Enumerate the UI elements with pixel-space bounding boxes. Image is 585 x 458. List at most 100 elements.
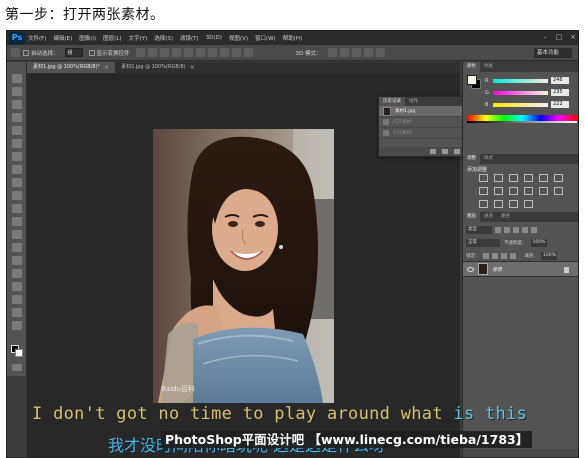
menu-select[interactable]: 选择(S) — [154, 34, 173, 42]
tab-swatches[interactable]: 色板 — [480, 62, 497, 72]
camera-icon[interactable] — [442, 149, 448, 154]
fill-input[interactable]: 100% — [541, 252, 557, 260]
quick-mask-icon[interactable] — [12, 364, 22, 371]
menu-image[interactable]: 图像(I) — [79, 34, 96, 42]
invert-icon[interactable] — [554, 187, 563, 195]
distribute-h-icon[interactable] — [219, 48, 229, 57]
slider-value[interactable]: 222 — [551, 101, 569, 108]
lock-pixels-icon[interactable] — [491, 253, 498, 259]
filter-pixel-icon[interactable] — [495, 227, 501, 233]
auto-select-dropdown[interactable]: 组 — [64, 48, 83, 57]
menu-3d[interactable]: 3D(D) — [206, 35, 222, 41]
marquee-tool-icon[interactable] — [12, 87, 22, 96]
exposure-icon[interactable] — [524, 174, 533, 182]
auto-align-icon[interactable] — [243, 48, 253, 57]
zoom-tool-icon[interactable] — [12, 321, 22, 330]
grayscale-ramp[interactable] — [467, 121, 577, 123]
menu-edit[interactable]: 编辑(E) — [53, 34, 72, 42]
opacity-input[interactable]: 100% — [530, 239, 547, 247]
pen-tool-icon[interactable] — [12, 256, 22, 265]
lock-position-icon[interactable] — [500, 253, 507, 259]
layer-filter-dropdown[interactable]: 类型 — [466, 226, 492, 234]
drag-3d-icon[interactable] — [351, 48, 361, 57]
eraser-tool-icon[interactable] — [12, 204, 22, 213]
slide-3d-icon[interactable] — [363, 48, 373, 57]
gradient-map-icon[interactable] — [509, 200, 518, 208]
lasso-tool-icon[interactable] — [12, 100, 22, 109]
menu-filter[interactable]: 滤镜(T) — [180, 34, 199, 42]
history-state-row[interactable]: 打开素材 — [379, 117, 466, 128]
tab-adjustments[interactable]: 调整 — [463, 154, 480, 164]
shape-tool-icon[interactable] — [12, 295, 22, 304]
tab-color[interactable]: 颜色 — [463, 62, 480, 72]
slider-track[interactable] — [493, 102, 548, 107]
healing-brush-icon[interactable] — [12, 152, 22, 161]
tab-history[interactable]: 历史记录 — [379, 97, 405, 106]
align-top-icon[interactable] — [135, 48, 145, 57]
align-right-icon[interactable] — [195, 48, 205, 57]
curves-icon[interactable] — [509, 174, 518, 182]
tab-styles[interactable]: 样式 — [480, 154, 497, 164]
vibrance-icon[interactable] — [539, 174, 548, 182]
black-white-icon[interactable] — [494, 187, 503, 195]
visibility-eye-icon[interactable] — [467, 266, 474, 272]
channel-mixer-icon[interactable] — [524, 187, 533, 195]
slider-value[interactable]: 246 — [551, 77, 569, 84]
new-document-icon[interactable] — [430, 149, 436, 154]
auto-select-checkbox[interactable] — [23, 49, 29, 56]
foreground-color-swatch[interactable] — [467, 75, 477, 85]
slider-track[interactable] — [493, 78, 548, 83]
distribute-v-icon[interactable] — [231, 48, 241, 57]
minimize-button[interactable]: – — [541, 33, 549, 41]
workspace-dropdown[interactable]: 基本功能 — [534, 48, 572, 58]
align-middle-icon[interactable] — [147, 48, 157, 57]
scale-3d-icon[interactable] — [375, 48, 385, 57]
filter-adjustment-icon[interactable] — [504, 227, 510, 233]
crop-tool-icon[interactable] — [12, 126, 22, 135]
align-center-icon[interactable] — [183, 48, 193, 57]
tab-close-icon[interactable]: × — [190, 62, 195, 73]
photo-filter-icon[interactable] — [509, 187, 518, 195]
tab-close-icon[interactable]: × — [104, 62, 109, 73]
align-bottom-icon[interactable] — [159, 48, 169, 57]
gradient-tool-icon[interactable] — [12, 217, 22, 226]
background-color-swatch[interactable] — [15, 349, 23, 357]
lock-transparent-icon[interactable] — [482, 253, 489, 259]
tab-layers[interactable]: 图层 — [463, 212, 480, 222]
align-left-icon[interactable] — [171, 48, 181, 57]
document-tab-1[interactable]: 素材1.jpg @ 100%(RGB/8)* × — [27, 62, 116, 73]
filter-smart-icon[interactable] — [531, 227, 537, 233]
eyedropper-tool-icon[interactable] — [12, 139, 22, 148]
color-lookup-icon[interactable] — [539, 187, 548, 195]
close-button[interactable]: × — [569, 33, 577, 41]
selective-color-icon[interactable] — [524, 200, 533, 208]
dodge-tool-icon[interactable] — [12, 243, 22, 252]
transform-controls-checkbox[interactable] — [88, 49, 95, 56]
lock-all-icon[interactable] — [509, 253, 516, 259]
color-balance-icon[interactable] — [479, 187, 488, 195]
history-state-row[interactable]: 打开素材 — [379, 128, 466, 139]
rotate-3d-icon[interactable] — [327, 48, 337, 57]
menu-layer[interactable]: 图层(L) — [103, 34, 121, 42]
trash-icon[interactable] — [454, 149, 460, 154]
brush-tool-icon[interactable] — [12, 165, 22, 174]
layer-row-background[interactable]: 背景 — [463, 261, 578, 277]
history-brush-icon[interactable] — [12, 191, 22, 200]
move-tool-icon[interactable] — [11, 48, 20, 57]
type-tool-icon[interactable] — [12, 269, 22, 278]
filter-shape-icon[interactable] — [522, 227, 528, 233]
menu-help[interactable]: 帮助(H) — [283, 34, 302, 42]
menu-file[interactable]: 文件(F) — [28, 34, 46, 42]
move-tool-icon[interactable] — [12, 74, 22, 83]
document-tab-2[interactable]: 素材2.jpg @ 100%(RGB/8) × — [115, 62, 201, 73]
hand-tool-icon[interactable] — [12, 308, 22, 317]
slider-value[interactable]: 235 — [551, 89, 569, 96]
menu-type[interactable]: 文字(Y) — [129, 34, 148, 42]
distribute-icon[interactable] — [207, 48, 217, 57]
clone-stamp-icon[interactable] — [12, 178, 22, 187]
filter-type-icon[interactable] — [513, 227, 519, 233]
roll-3d-icon[interactable] — [339, 48, 349, 57]
tab-paths[interactable]: 路径 — [497, 212, 514, 222]
quick-select-tool-icon[interactable] — [12, 113, 22, 122]
blur-tool-icon[interactable] — [12, 230, 22, 239]
